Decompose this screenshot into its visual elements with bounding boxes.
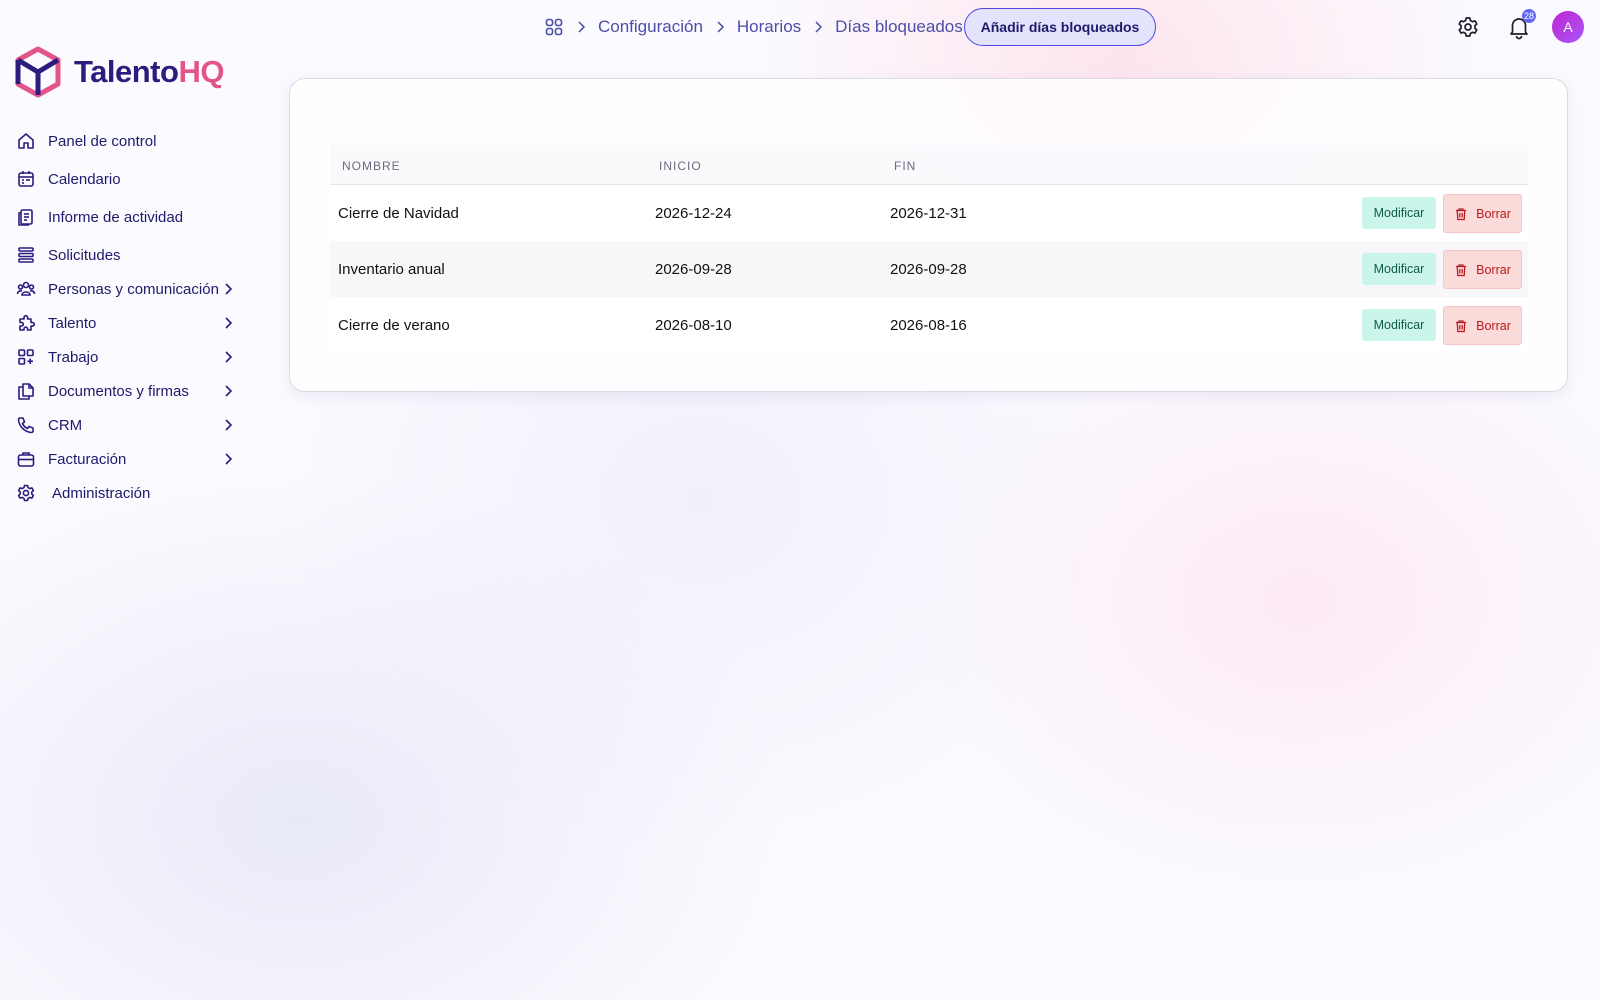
column-header-inicio[interactable]: INICIO (659, 159, 702, 173)
sidebar-item-label: Trabajo (48, 348, 99, 366)
users-icon (16, 279, 36, 299)
brand-name-part1: Talento (74, 54, 179, 89)
breadcrumb-horarios[interactable]: Horarios (737, 17, 801, 37)
sidebar-item-label: Calendario (48, 170, 121, 188)
sidebar: TalentoHQ Panel de control Calendario In… (0, 0, 260, 1000)
stack-icon (16, 245, 36, 265)
sidebar-item-label: CRM (48, 416, 83, 434)
row-end-date: 2026-09-28 (890, 261, 967, 278)
brand-name-part2: HQ (178, 54, 224, 89)
chevron-right-icon (225, 317, 233, 329)
sidebar-item-label: Facturación (48, 450, 127, 468)
row-name: Cierre de Navidad (338, 205, 459, 222)
sidebar-item-administracion[interactable]: Administración (16, 478, 246, 508)
chevron-right-icon (225, 351, 233, 363)
row-end-date: 2026-12-31 (890, 205, 967, 222)
report-icon (16, 207, 36, 227)
logo-cube-icon (15, 46, 61, 98)
delete-button[interactable]: Borrar (1443, 250, 1522, 289)
documents-icon (16, 381, 36, 401)
sidebar-item-informe-de-actividad[interactable]: Informe de actividad (16, 202, 246, 232)
delete-button[interactable]: Borrar (1443, 194, 1522, 233)
row-end-date: 2026-08-16 (890, 317, 967, 334)
row-start-date: 2026-12-24 (655, 205, 732, 222)
chevron-right-icon (578, 21, 586, 33)
trash-icon (1456, 319, 1467, 332)
breadcrumb-configuracion[interactable]: Configuración (598, 17, 703, 37)
delete-button-label: Borrar (1476, 262, 1511, 277)
sidebar-item-label: Informe de actividad (48, 208, 184, 226)
user-avatar[interactable]: A (1552, 11, 1584, 43)
apps-icon (16, 347, 36, 367)
chevron-right-icon (225, 385, 233, 397)
notification-count-badge: 28 (1522, 9, 1537, 23)
sidebar-item-label: Administración (52, 484, 151, 502)
sidebar-item-talento[interactable]: Talento (16, 308, 246, 338)
sidebar-item-label: Personas y comunicación (48, 280, 219, 298)
edit-button[interactable]: Modificar (1362, 309, 1436, 341)
blocked-days-card: NOMBRE INICIO FIN Cierre de Navidad 2026… (289, 78, 1568, 392)
home-icon (16, 131, 36, 151)
sidebar-item-solicitudes[interactable]: Solicitudes (16, 240, 246, 270)
edit-button[interactable]: Modificar (1362, 197, 1436, 229)
row-start-date: 2026-08-10 (655, 317, 732, 334)
table-row: Inventario anual 2026-09-28 2026-09-28 M… (330, 241, 1528, 297)
gear-icon (16, 483, 36, 503)
breadcrumb-dias-bloqueados[interactable]: Días bloqueados (835, 17, 963, 37)
chevron-right-icon (225, 453, 233, 465)
sidebar-item-label: Documentos y firmas (48, 382, 189, 400)
table-row: Cierre de Navidad 2026-12-24 2026-12-31 … (330, 185, 1528, 241)
chevron-right-icon (225, 419, 233, 431)
trash-icon (1456, 207, 1467, 220)
column-header-fin[interactable]: FIN (894, 159, 916, 173)
delete-button-label: Borrar (1476, 206, 1511, 221)
sidebar-item-panel-de-control[interactable]: Panel de control (16, 126, 246, 156)
row-start-date: 2026-09-28 (655, 261, 732, 278)
sidebar-item-label: Solicitudes (48, 246, 121, 264)
blocked-days-table: NOMBRE INICIO FIN Cierre de Navidad 2026… (330, 145, 1528, 353)
table-header: NOMBRE INICIO FIN (330, 145, 1528, 185)
trash-icon (1456, 263, 1467, 276)
chevron-right-icon (815, 21, 823, 33)
delete-button-label: Borrar (1476, 318, 1511, 333)
sidebar-item-documentos-y-firmas[interactable]: Documentos y firmas (16, 376, 246, 406)
add-blocked-days-button[interactable]: Añadir días bloqueados (964, 8, 1156, 46)
sidebar-item-personas-y-comunicacion[interactable]: Personas y comunicación (16, 274, 246, 304)
settings-gear-icon[interactable] (1456, 15, 1480, 39)
row-name: Cierre de verano (338, 317, 450, 334)
delete-button[interactable]: Borrar (1443, 306, 1522, 345)
puzzle-icon (16, 313, 36, 333)
briefcase-icon (16, 449, 36, 469)
column-header-nombre[interactable]: NOMBRE (342, 159, 401, 173)
brand-logo[interactable]: TalentoHQ (14, 46, 224, 98)
sidebar-item-label: Talento (48, 314, 97, 332)
sidebar-item-crm[interactable]: CRM (16, 410, 246, 440)
calendar-icon (16, 169, 36, 189)
row-name: Inventario anual (338, 261, 445, 278)
grid-home-icon[interactable] (544, 17, 564, 37)
table-row: Cierre de verano 2026-08-10 2026-08-16 M… (330, 297, 1528, 353)
sidebar-item-facturacion[interactable]: Facturación (16, 444, 246, 474)
chevron-right-icon (225, 283, 233, 295)
breadcrumb: Configuración Horarios Días bloqueados (544, 12, 963, 42)
chevron-right-icon (717, 21, 724, 33)
phone-icon (16, 415, 36, 435)
edit-button[interactable]: Modificar (1362, 253, 1436, 285)
brand-name: TalentoHQ (74, 54, 224, 90)
sidebar-item-trabajo[interactable]: Trabajo (16, 342, 246, 372)
sidebar-item-label: Panel de control (48, 132, 157, 150)
sidebar-item-calendario[interactable]: Calendario (16, 164, 246, 194)
